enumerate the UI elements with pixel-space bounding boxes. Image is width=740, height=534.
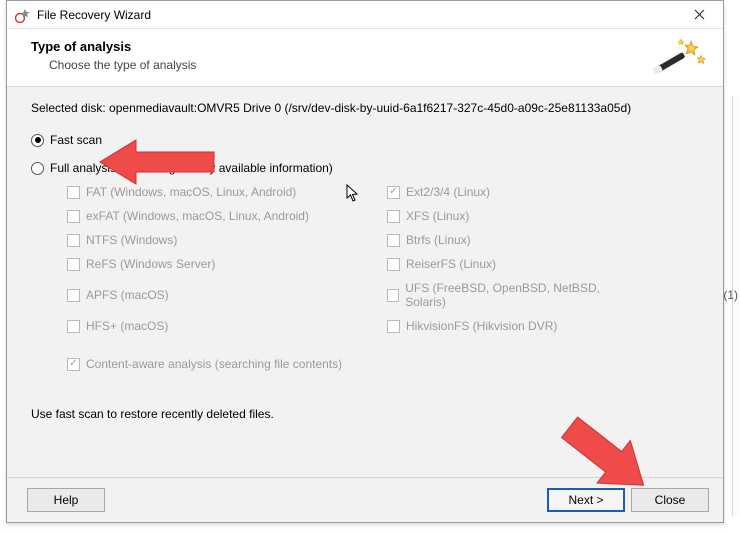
dialog-content: Selected disk: openmediavault:OMVR5 Driv… bbox=[7, 87, 723, 477]
fs-label: HikvisionFS (Hikvision DVR) bbox=[406, 319, 557, 333]
fs-checkbox-refs[interactable]: ReFS (Windows Server) bbox=[67, 257, 387, 271]
fs-checkbox-fat[interactable]: FAT (Windows, macOS, Linux, Android) bbox=[67, 185, 387, 199]
fs-checkbox-exfat[interactable]: exFAT (Windows, macOS, Linux, Android) bbox=[67, 209, 387, 223]
fs-label: ReFS (Windows Server) bbox=[86, 257, 215, 271]
background-count: (1) bbox=[723, 288, 740, 302]
fast-scan-label: Fast scan bbox=[50, 133, 102, 147]
help-button[interactable]: Help bbox=[27, 488, 105, 512]
fs-label: exFAT (Windows, macOS, Linux, Android) bbox=[86, 209, 309, 223]
fs-checkbox-hfs[interactable]: HFS+ (macOS) bbox=[67, 319, 387, 333]
fs-label: XFS (Linux) bbox=[406, 209, 469, 223]
fs-checkbox-xfs[interactable]: XFS (Linux) bbox=[387, 209, 627, 223]
fs-label: HFS+ (macOS) bbox=[86, 319, 168, 333]
fast-scan-radio[interactable]: Fast scan bbox=[31, 133, 699, 147]
fs-label: Ext2/3/4 (Linux) bbox=[406, 185, 490, 199]
radio-icon bbox=[31, 162, 44, 175]
page-title: Type of analysis bbox=[31, 39, 705, 54]
next-button[interactable]: Next > bbox=[547, 488, 625, 512]
fs-checkbox-reiserfs[interactable]: ReiserFS (Linux) bbox=[387, 257, 627, 271]
fs-label: UFS (FreeBSD, OpenBSD, NetBSD, Solaris) bbox=[405, 281, 627, 309]
fs-label: FAT (Windows, macOS, Linux, Android) bbox=[86, 185, 296, 199]
fs-label: APFS (macOS) bbox=[86, 288, 169, 302]
close-button[interactable]: Close bbox=[631, 488, 709, 512]
content-aware-label: Content-aware analysis (searching file c… bbox=[86, 357, 342, 371]
hint-text: Use fast scan to restore recently delete… bbox=[31, 407, 699, 421]
dialog-footer: Help Next > Close bbox=[7, 477, 723, 522]
fs-checkbox-apfs[interactable]: APFS (macOS) bbox=[67, 281, 387, 309]
background-panel bbox=[732, 96, 740, 516]
content-aware-checkbox[interactable]: Content-aware analysis (searching file c… bbox=[67, 357, 699, 371]
fs-checkbox-btrfs[interactable]: Btrfs (Linux) bbox=[387, 233, 627, 247]
fs-label: ReiserFS (Linux) bbox=[406, 257, 496, 271]
window-close-button[interactable] bbox=[679, 2, 719, 28]
selected-disk-label: Selected disk: openmediavault:OMVR5 Driv… bbox=[31, 101, 699, 115]
wizard-wand-icon bbox=[651, 35, 707, 91]
filesystem-grid: FAT (Windows, macOS, Linux, Android) Ext… bbox=[67, 185, 699, 333]
fs-checkbox-ufs[interactable]: UFS (FreeBSD, OpenBSD, NetBSD, Solaris) bbox=[387, 281, 627, 309]
fs-checkbox-ext[interactable]: Ext2/3/4 (Linux) bbox=[387, 185, 627, 199]
fs-checkbox-ntfs[interactable]: NTFS (Windows) bbox=[67, 233, 387, 247]
radio-icon bbox=[31, 134, 44, 147]
dialog-window: File Recovery Wizard Type of analysis Ch… bbox=[6, 0, 724, 523]
window-title: File Recovery Wizard bbox=[37, 8, 679, 22]
page-subtitle: Choose the type of analysis bbox=[49, 58, 705, 72]
fs-checkbox-hikvision[interactable]: HikvisionFS (Hikvision DVR) bbox=[387, 319, 627, 333]
fs-label: Btrfs (Linux) bbox=[406, 233, 471, 247]
app-icon bbox=[15, 7, 31, 23]
full-analysis-label: Full analysis (searching for any availab… bbox=[50, 161, 333, 175]
full-analysis-radio[interactable]: Full analysis (searching for any availab… bbox=[31, 161, 699, 175]
fs-label: NTFS (Windows) bbox=[86, 233, 177, 247]
titlebar: File Recovery Wizard bbox=[7, 1, 723, 29]
dialog-header: Type of analysis Choose the type of anal… bbox=[7, 29, 723, 87]
